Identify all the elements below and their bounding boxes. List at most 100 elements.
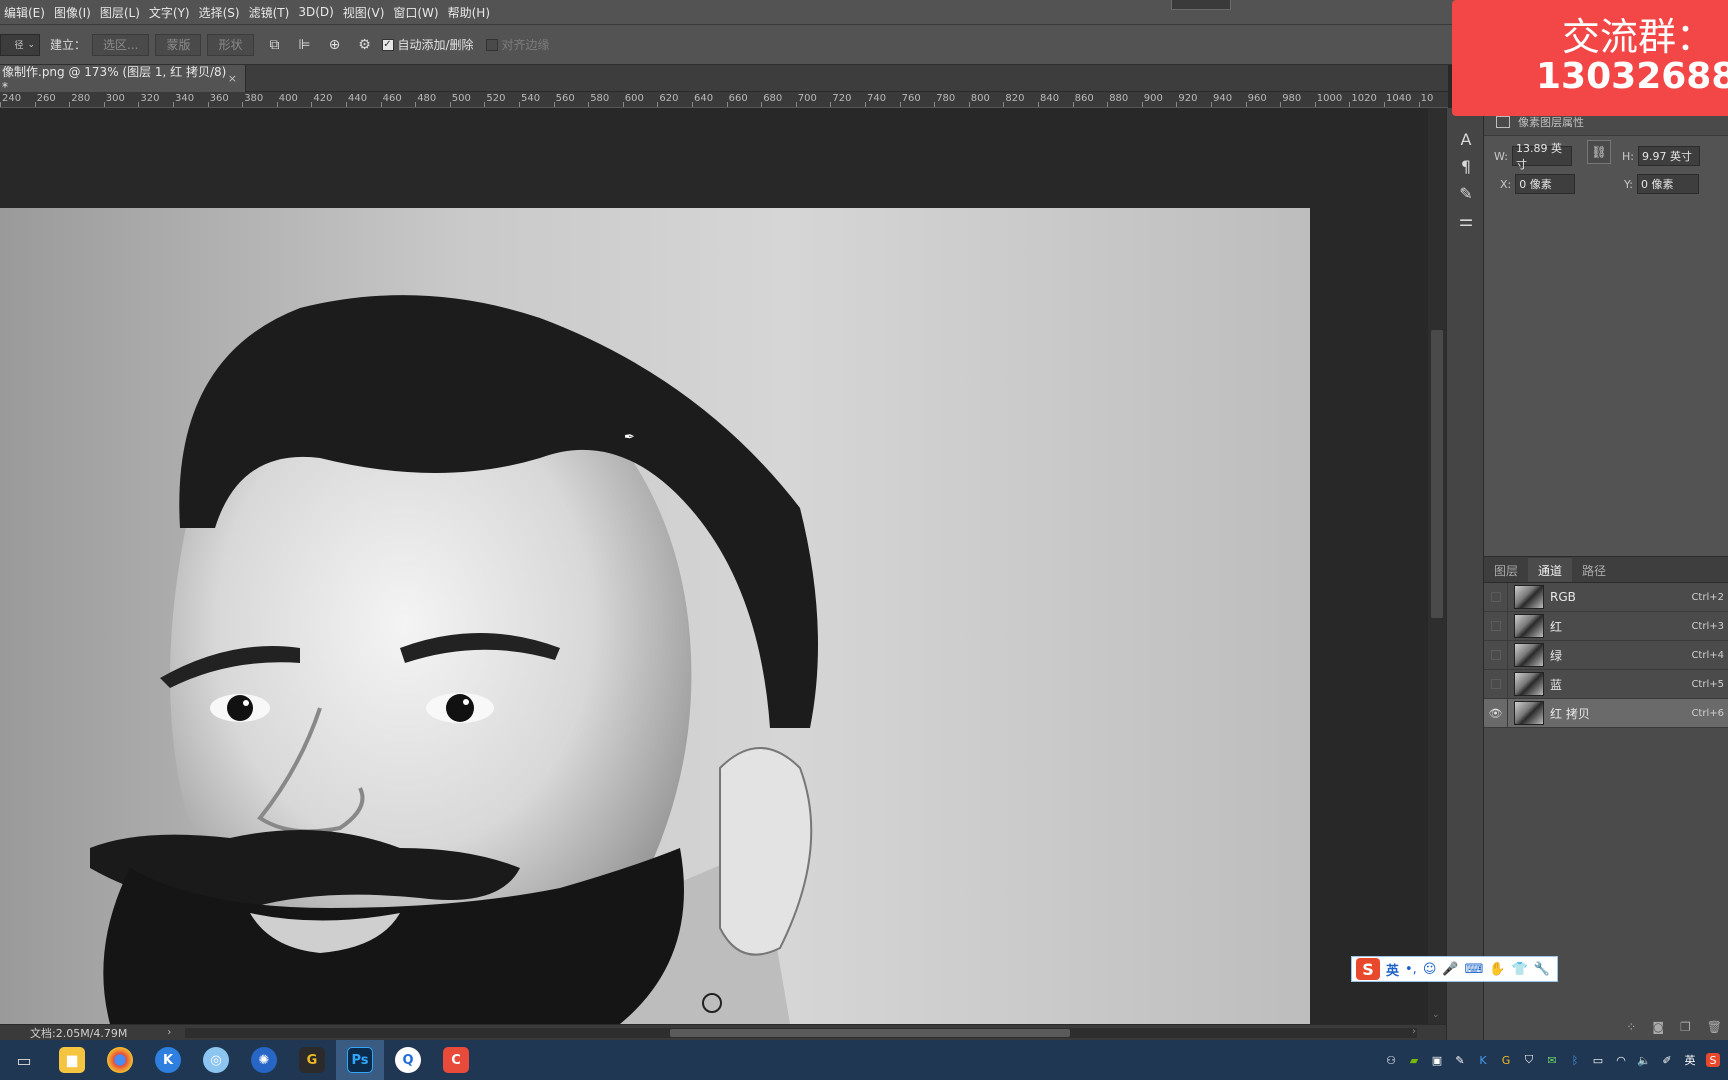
make-shape-button[interactable]: 形状	[207, 33, 254, 56]
canvas-vertical-scrollbar[interactable]: ⌄	[1428, 108, 1446, 1024]
link-icon[interactable]: ⛓	[1587, 140, 1611, 164]
ime-language[interactable]: 英	[1386, 960, 1399, 979]
monitor-icon[interactable]: ▣	[1430, 1053, 1444, 1067]
pen-icon[interactable]: ✐	[1660, 1053, 1674, 1067]
volume-icon[interactable]: 🔈	[1637, 1053, 1651, 1067]
keyboard-icon[interactable]: ⌨	[1465, 962, 1484, 977]
handwriting-icon[interactable]: ✋	[1489, 962, 1505, 977]
taskbar-app-q[interactable]: Q	[384, 1040, 432, 1080]
menu-window[interactable]: 窗口(W)	[393, 4, 447, 21]
taskbar-kugou[interactable]: K	[144, 1040, 192, 1080]
visibility-toggle[interactable]	[1484, 669, 1508, 699]
shield-icon[interactable]: ⛉	[1522, 1053, 1536, 1067]
taskbar-chrome[interactable]	[96, 1040, 144, 1080]
sogou-tray-icon[interactable]: S	[1706, 1053, 1720, 1067]
punctuation-icon[interactable]: •,	[1405, 962, 1417, 977]
ruler-tick-mark	[1211, 102, 1212, 107]
skin-icon[interactable]: 👕	[1512, 962, 1528, 977]
visibility-toggle[interactable]	[1484, 640, 1508, 670]
brush-panel-icon[interactable]: ✎	[1447, 180, 1485, 207]
scroll-down-icon[interactable]: ⌄	[1432, 1010, 1440, 1020]
height-field[interactable]: 9.97 英寸	[1637, 146, 1700, 166]
path-mode-select[interactable]: 径 ⌄	[0, 33, 40, 56]
paragraph-panel-icon[interactable]: ¶	[1447, 153, 1485, 180]
ruler-tick-label: 320	[140, 93, 160, 104]
people-icon[interactable]: ⚇	[1384, 1053, 1398, 1067]
adjustments-panel-icon[interactable]: ⚌	[1447, 207, 1485, 234]
channel-shortcut: Ctrl+6	[1691, 707, 1724, 719]
channel-row-red-copy[interactable]: 👁 红 拷贝 Ctrl+6	[1484, 698, 1728, 728]
pixel-layer-icon	[1496, 115, 1510, 128]
make-mask-button[interactable]: 蒙版	[155, 33, 202, 56]
character-panel-icon[interactable]: A	[1447, 126, 1485, 153]
channel-row-blue[interactable]: 蓝 Ctrl+5	[1484, 669, 1728, 699]
wifi-icon[interactable]: ◠	[1614, 1053, 1628, 1067]
ruler-tick-label: 640	[694, 93, 714, 104]
status-menu-arrow[interactable]: ›	[167, 1027, 171, 1038]
scroll-right-icon[interactable]: ›	[1412, 1026, 1416, 1037]
nvidia-icon[interactable]: ▰	[1407, 1053, 1421, 1067]
canvas-area[interactable]: ✒	[0, 108, 1428, 1024]
taskbar-file-explorer[interactable]: ▆	[48, 1040, 96, 1080]
trash-icon[interactable]: 🗑	[1707, 1020, 1722, 1034]
window-control-strip[interactable]	[1171, 0, 1231, 10]
vertical-scroll-thumb[interactable]	[1431, 330, 1443, 618]
wrench-icon[interactable]: 🔧	[1534, 962, 1550, 977]
save-selection-icon[interactable]: ◙	[1652, 1020, 1664, 1034]
auto-add-delete-checkbox[interactable]: ✓	[381, 38, 394, 51]
taskbar-app-red[interactable]: C	[432, 1040, 480, 1080]
new-channel-icon[interactable]: ❐	[1680, 1020, 1691, 1034]
channel-row-rgb[interactable]: RGB Ctrl+2	[1484, 582, 1728, 612]
ruler-tick-mark	[1418, 102, 1420, 107]
wechat-icon[interactable]: ✉	[1545, 1053, 1559, 1067]
menu-edit[interactable]: 编辑(E)	[4, 4, 54, 21]
channel-row-red[interactable]: 红 Ctrl+3	[1484, 611, 1728, 641]
make-selection-button[interactable]: 选区...	[92, 33, 150, 56]
horizontal-scroll-thumb[interactable]	[670, 1029, 1070, 1037]
ruler-tick-label: 10	[1420, 93, 1434, 104]
tab-paths[interactable]: 路径	[1572, 558, 1616, 582]
taskbar-photoshop[interactable]: Ps	[336, 1040, 384, 1080]
tab-channels[interactable]: 通道	[1528, 558, 1573, 582]
microphone-icon[interactable]: 🎤	[1442, 962, 1458, 977]
canvas-horizontal-scrollbar[interactable]	[185, 1028, 1417, 1038]
path-arrangement-icon[interactable]: ⊕	[326, 36, 344, 54]
y-field[interactable]: 0 像素	[1636, 174, 1699, 194]
path-alignment-icon[interactable]: ⊫	[296, 36, 314, 54]
path-operations-icon[interactable]: ⧉	[266, 36, 284, 54]
tray-language[interactable]: 英	[1683, 1053, 1697, 1067]
load-selection-icon[interactable]: ⁘	[1626, 1020, 1636, 1034]
width-field[interactable]: 13.89 英寸	[1511, 142, 1572, 171]
close-tab-icon[interactable]: ×	[228, 72, 237, 85]
taskbar-app-blue[interactable]: ◎	[192, 1040, 240, 1080]
gear-icon[interactable]: ⚙	[356, 36, 374, 54]
taskbar-app-g[interactable]: G	[288, 1040, 336, 1080]
tool-icon[interactable]: ✎	[1453, 1053, 1467, 1067]
visibility-toggle[interactable]	[1484, 611, 1508, 641]
battery-icon[interactable]: ▭	[1591, 1053, 1605, 1067]
menu-3d[interactable]: 3D(D)	[298, 5, 342, 19]
align-edges-checkbox[interactable]	[485, 38, 498, 51]
menu-view[interactable]: 视图(V)	[343, 4, 394, 21]
x-field[interactable]: 0 像素	[1515, 174, 1576, 194]
menu-type[interactable]: 文字(Y)	[149, 4, 199, 21]
menu-help[interactable]: 帮助(H)	[448, 4, 499, 21]
menu-filter[interactable]: 滤镜(T)	[249, 4, 299, 21]
emoji-icon[interactable]: ☺	[1423, 962, 1437, 977]
tab-layers[interactable]: 图层	[1484, 558, 1528, 582]
taskbar-app-globe[interactable]: ✺	[240, 1040, 288, 1080]
ruler-tick-label: 1020	[1351, 93, 1377, 104]
menu-select[interactable]: 选择(S)	[199, 4, 249, 21]
menu-image[interactable]: 图像(I)	[54, 4, 100, 21]
ruler-tick-mark	[449, 102, 451, 107]
visibility-toggle[interactable]	[1484, 582, 1508, 612]
channel-row-green[interactable]: 绿 Ctrl+4	[1484, 640, 1728, 670]
g-tray-icon[interactable]: G	[1499, 1053, 1513, 1067]
kugou-tray-icon[interactable]: K	[1476, 1053, 1490, 1067]
document-tab[interactable]: 像制作.png @ 173% (图层 1, 红 拷贝/8) * ×	[0, 65, 246, 94]
ime-toolbar[interactable]: S 英 •, ☺ 🎤 ⌨ ✋ 👕 🔧	[1351, 956, 1558, 982]
bluetooth-icon[interactable]: ᛒ	[1568, 1053, 1582, 1067]
eye-icon[interactable]: 👁	[1484, 698, 1508, 728]
task-view-button[interactable]: ▭	[0, 1040, 48, 1080]
menu-layer[interactable]: 图层(L)	[100, 4, 149, 21]
